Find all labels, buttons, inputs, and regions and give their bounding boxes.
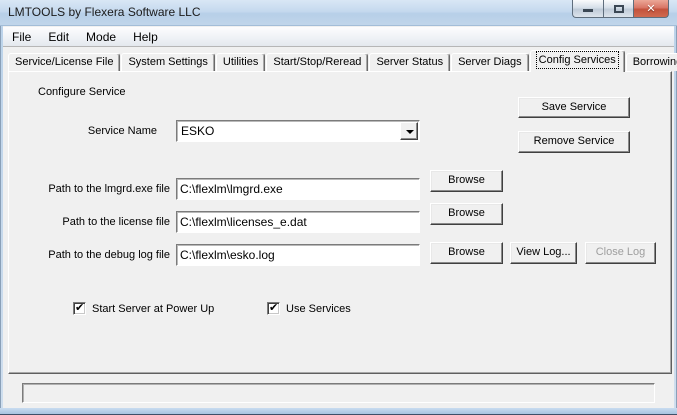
lmgrd-path-input[interactable] <box>176 178 420 200</box>
browse-lmgrd-button[interactable]: Browse <box>430 170 503 192</box>
debug-log-path-label: Path to the debug log file <box>29 249 170 261</box>
use-services-checkbox[interactable]: ✔ Use Services <box>267 302 351 315</box>
save-service-button[interactable]: Save Service <box>518 97 630 118</box>
window-controls: ✕ <box>572 0 669 18</box>
window-frame-bottom <box>0 408 677 415</box>
tab-system-settings[interactable]: System Settings <box>121 53 214 71</box>
view-log-button[interactable]: View Log... <box>510 242 577 264</box>
close-log-button[interactable]: Close Log <box>585 242 656 264</box>
maximize-button[interactable] <box>603 0 634 18</box>
client-area: Service/License File System Settings Uti… <box>3 47 674 408</box>
lmgrd-path-label: Path to the lmgrd.exe file <box>29 183 170 195</box>
tab-start-stop-reread[interactable]: Start/Stop/Reread <box>266 53 368 71</box>
menu-mode[interactable]: Mode <box>78 28 124 46</box>
license-path-label: Path to the license file <box>29 216 170 228</box>
maximize-icon <box>614 5 624 13</box>
debug-log-path-input[interactable] <box>176 244 420 266</box>
use-services-label: Use Services <box>286 303 351 315</box>
remove-service-button[interactable]: Remove Service <box>518 131 630 153</box>
tab-strip: Service/License File System Settings Uti… <box>8 50 677 71</box>
status-bar <box>22 383 655 403</box>
checkbox-box: ✔ <box>267 302 280 315</box>
window-title: LMTOOLS by Flexera Software LLC <box>8 5 201 19</box>
dropdown-button[interactable] <box>400 122 418 140</box>
chevron-down-icon <box>406 130 414 134</box>
minimize-icon <box>583 9 593 12</box>
tab-utilities[interactable]: Utilities <box>216 53 265 71</box>
checkmark-icon: ✔ <box>75 301 84 314</box>
tab-config-services[interactable]: Config Services <box>530 50 625 72</box>
tab-borrowing[interactable]: Borrowing <box>626 53 677 71</box>
checkmark-icon: ✔ <box>269 301 278 314</box>
start-server-at-power-up-checkbox[interactable]: ✔ Start Server at Power Up <box>73 302 214 315</box>
browse-license-button[interactable]: Browse <box>430 203 503 225</box>
config-services-panel: Configure Service Service Name ESKO Save… <box>8 71 672 374</box>
browse-debug-log-button[interactable]: Browse <box>430 242 503 264</box>
license-path-input[interactable] <box>176 211 420 233</box>
tab-service-license-file[interactable]: Service/License File <box>8 53 120 71</box>
menu-bar: File Edit Mode Help <box>3 27 674 47</box>
service-name-value: ESKO <box>181 124 214 138</box>
lmtools-window: LMTOOLS by Flexera Software LLC ✕ File E… <box>0 0 677 415</box>
start-server-label: Start Server at Power Up <box>92 303 214 315</box>
configure-service-label: Configure Service <box>38 86 125 98</box>
minimize-button[interactable] <box>572 0 603 18</box>
close-button[interactable]: ✕ <box>634 0 669 18</box>
tab-server-status[interactable]: Server Status <box>369 53 450 71</box>
checkbox-box: ✔ <box>73 302 86 315</box>
tab-server-diags[interactable]: Server Diags <box>451 53 529 71</box>
service-name-dropdown[interactable]: ESKO <box>176 120 420 142</box>
menu-file[interactable]: File <box>4 28 39 46</box>
close-icon: ✕ <box>634 2 668 15</box>
menu-help[interactable]: Help <box>125 28 166 46</box>
menu-edit[interactable]: Edit <box>40 28 77 46</box>
service-name-label: Service Name <box>29 125 157 137</box>
